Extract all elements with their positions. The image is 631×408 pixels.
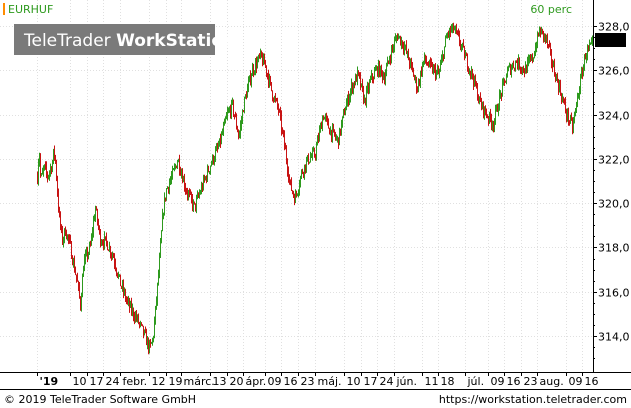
y-tick-label: 320,0 (598, 198, 630, 211)
watermark-brand: TeleTrader (23, 31, 111, 51)
symbol-marker (3, 3, 5, 15)
y-tick-label: 326,0 (598, 65, 630, 78)
y-tick-label: 322,0 (598, 154, 630, 167)
x-tick-label: 09 (491, 375, 505, 388)
x-tick-label: 24 (106, 375, 120, 388)
x-tick-label: 19 (169, 375, 183, 388)
x-tick-label: febr. (123, 375, 148, 388)
svg-text:TeleTrader WorkStation: TeleTrader WorkStation (23, 31, 235, 51)
chart-window: 314,0 316,0 318,0 320,0 322,0 324,0 326,0 328,0… (0, 0, 631, 408)
x-axis: '19 10 17 24 febr. 12 19 márc.13 20 ápr. 09 16 23 máj… (37, 372, 599, 388)
footer-url[interactable]: https://workstation.teletrader.com (439, 393, 627, 406)
y-tick-label: 318,0 (598, 242, 630, 255)
x-tick-label: 24 (380, 375, 394, 388)
y-tick-label: 316,0 (598, 287, 630, 300)
last-value-label: 327,1 (594, 34, 626, 47)
x-tick-label: aug. (540, 375, 564, 388)
x-tick-label: 18 (441, 375, 455, 388)
x-tick-label: 12 (152, 375, 166, 388)
y-tick-label: 324,0 (598, 110, 630, 123)
x-tick-label: 20 (230, 375, 244, 388)
x-tick-label: 10 (73, 375, 87, 388)
x-tick-label: 16 (284, 375, 298, 388)
x-tick-label: 10 (347, 375, 361, 388)
x-tick-label: 11 (425, 375, 439, 388)
watermark-product: WorkStation (116, 31, 235, 51)
x-tick-label: 13 (213, 375, 227, 388)
x-tick-label: 17 (90, 375, 104, 388)
x-tick-label: márc. (184, 375, 215, 388)
x-tick-label: 17 (364, 375, 378, 388)
last-value-marker: 327,1 (594, 33, 626, 47)
x-tick-label: 23 (524, 375, 538, 388)
x-tick-label: '19 (40, 375, 59, 388)
teletrader-watermark: TeleTrader WorkStation (14, 24, 235, 55)
symbol-label[interactable]: EURHUF (8, 3, 53, 16)
x-tick-label: 16 (507, 375, 521, 388)
y-axis: 314,0 316,0 318,0 320,0 322,0 324,0 326,0 328,0 (593, 21, 630, 359)
x-tick-label: máj. (318, 375, 342, 388)
x-tick-label: ápr. (246, 375, 267, 388)
x-tick-label: 09 (569, 375, 583, 388)
interval-label[interactable]: 60 perc (530, 3, 572, 16)
y-tick-label: 314,0 (598, 331, 630, 344)
copyright-text: © 2019 TeleTrader Software GmbH (4, 393, 196, 406)
x-tick-label: 23 (301, 375, 315, 388)
x-tick-label: 09 (268, 375, 282, 388)
y-tick-label: 328,0 (598, 21, 630, 34)
x-tick-label: jún. (396, 375, 418, 388)
x-tick-label: júl. (467, 375, 485, 388)
price-chart[interactable]: 314,0 316,0 318,0 320,0 322,0 324,0 326,0 328,0… (0, 0, 631, 408)
x-tick-label: 16 (585, 375, 599, 388)
